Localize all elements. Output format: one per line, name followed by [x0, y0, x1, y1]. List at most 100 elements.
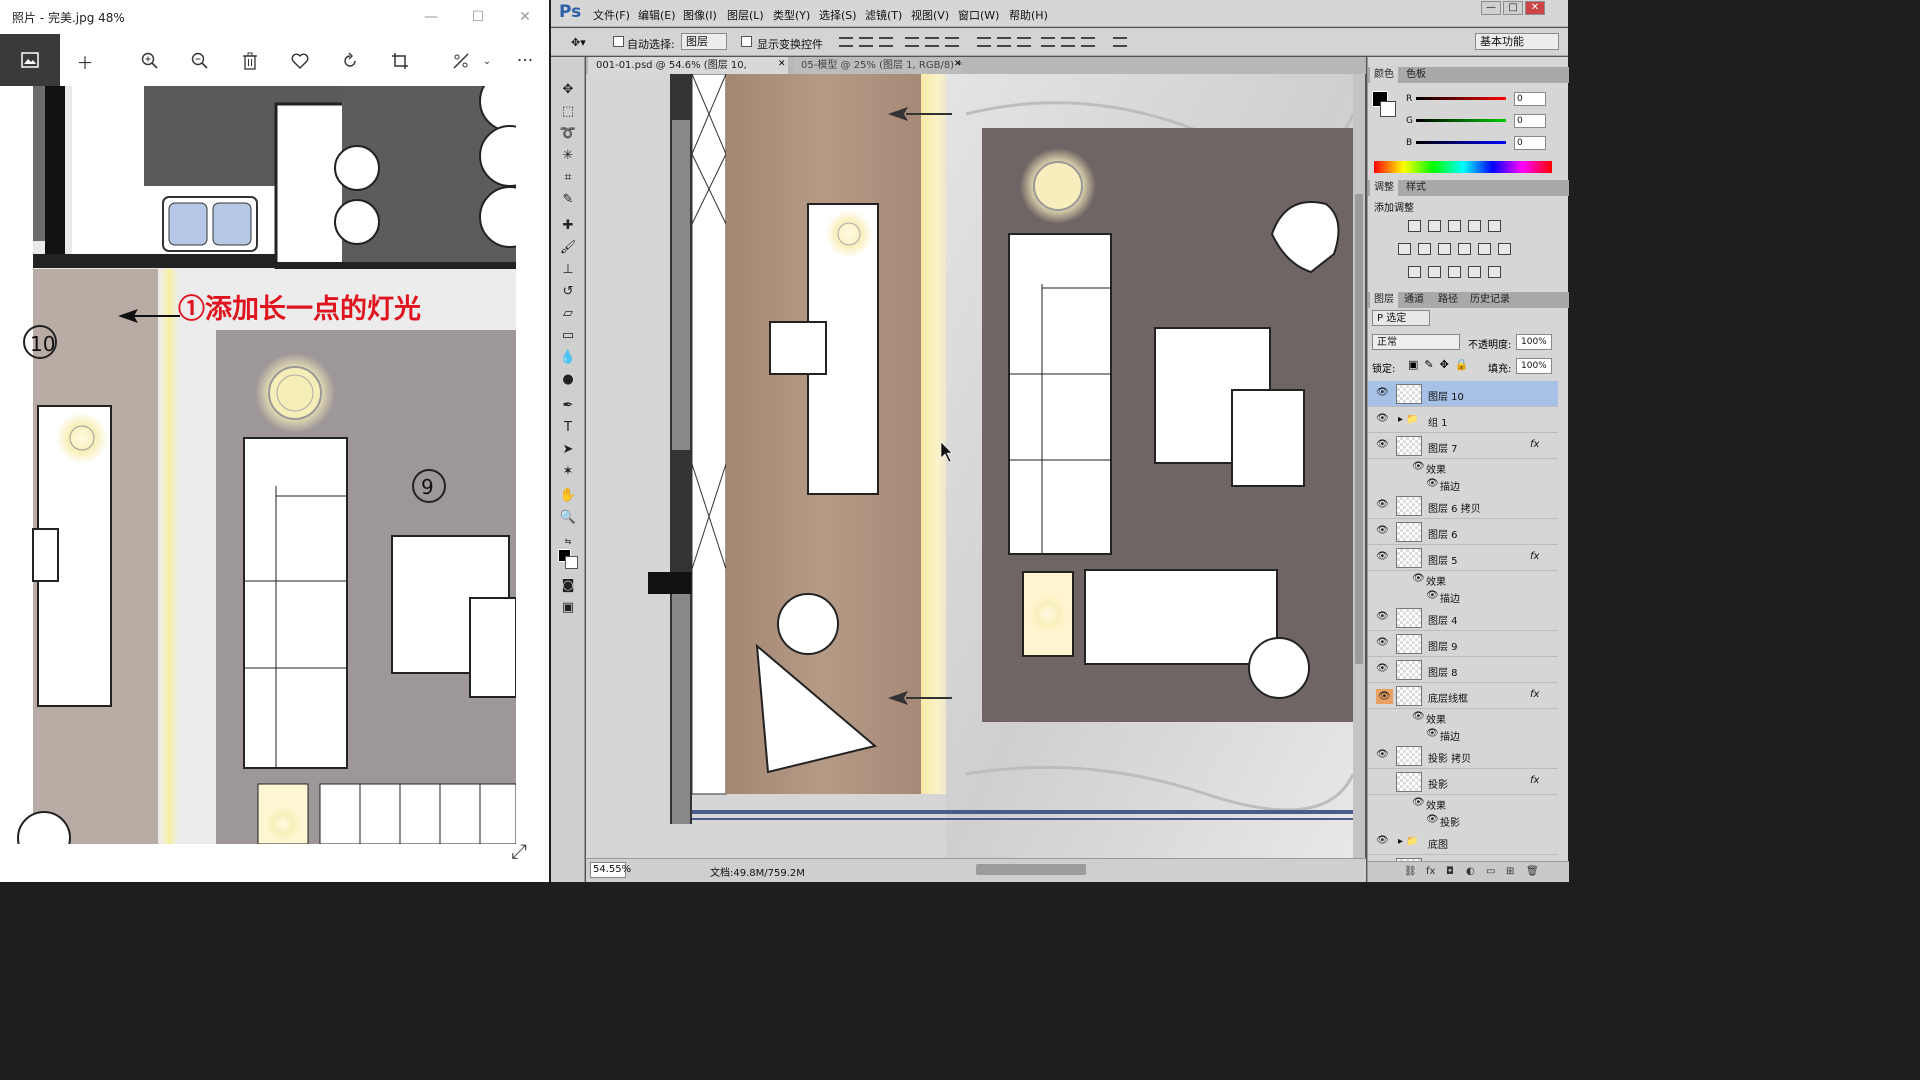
fill-input[interactable]: 100%: [1516, 358, 1552, 374]
layer-row[interactable]: 👁 图层 7 fx: [1368, 433, 1558, 459]
layer-row[interactable]: 👁 图层 9: [1368, 631, 1558, 657]
layer-row[interactable]: 👁 图层 6 拷贝: [1368, 493, 1558, 519]
tab-channels[interactable]: 通道: [1400, 292, 1428, 308]
r-slider[interactable]: [1416, 97, 1506, 100]
hue-saturation-icon[interactable]: [1398, 243, 1411, 255]
zoom-tool-icon[interactable]: 🔍: [559, 509, 577, 527]
channel-mixer-icon[interactable]: [1478, 243, 1491, 255]
folder-icon[interactable]: ▸ 📁: [1398, 414, 1419, 425]
distribute-vcenter-icon[interactable]: [997, 37, 1011, 47]
move-tool-icon[interactable]: ✥▾: [571, 36, 586, 49]
dodge-icon[interactable]: ●: [559, 371, 577, 389]
tab-swatches[interactable]: 色板: [1402, 67, 1430, 83]
posterize-icon[interactable]: [1428, 266, 1441, 278]
color-balance-icon[interactable]: [1418, 243, 1431, 255]
distribute-left-icon[interactable]: [1041, 37, 1055, 47]
photo-image[interactable]: ①添加长一点的灯光 10 9: [0, 86, 549, 844]
path-select-icon[interactable]: ➤: [559, 441, 577, 459]
rotate-button[interactable]: [337, 48, 363, 74]
menu-view[interactable]: 视图(V): [911, 7, 949, 23]
menu-help[interactable]: 帮助(H): [1009, 7, 1048, 23]
folder-icon[interactable]: ▸ 📁: [1398, 836, 1419, 847]
expand-icon[interactable]: ⤢: [511, 839, 527, 863]
mask-icon[interactable]: ◘: [1446, 866, 1454, 877]
tab-close-icon[interactable]: ✕: [954, 59, 962, 69]
link-icon[interactable]: ⛓: [1404, 866, 1417, 877]
color-lookup-icon[interactable]: [1498, 243, 1511, 255]
levels-icon[interactable]: [1428, 220, 1441, 232]
image-view-button[interactable]: [0, 34, 60, 86]
distribute-right-icon[interactable]: [1081, 37, 1095, 47]
threshold-icon[interactable]: [1448, 266, 1461, 278]
zoom-level-field[interactable]: 54.55%: [590, 862, 631, 878]
visibility-eye-icon[interactable]: 👁: [1426, 814, 1439, 825]
tab-document-2[interactable]: 05-模型 @ 25% (图层 1, RGB/8) *: [793, 57, 963, 74]
g-slider[interactable]: [1416, 119, 1506, 122]
stamp-icon[interactable]: ⊥: [559, 261, 577, 279]
layer-effect-row[interactable]: 👁 投影: [1368, 812, 1558, 829]
lock-icons[interactable]: ▣✎✥🔒: [1408, 358, 1475, 371]
visibility-eye-icon[interactable]: 👁: [1376, 749, 1389, 760]
layer-row[interactable]: 👁 图层 6: [1368, 519, 1558, 545]
exposure-icon[interactable]: [1468, 220, 1481, 232]
g-input[interactable]: 0: [1514, 114, 1546, 128]
align-hcenter-icon[interactable]: [925, 37, 939, 47]
tab-styles[interactable]: 样式: [1402, 180, 1430, 196]
visibility-eye-icon[interactable]: 👁: [1376, 611, 1389, 622]
magic-wand-icon[interactable]: ✳: [559, 147, 577, 165]
layer-fx-badge[interactable]: fx: [1530, 551, 1539, 562]
tab-adjustments[interactable]: 调整: [1370, 180, 1398, 196]
visibility-eye-icon[interactable]: 👁: [1412, 797, 1425, 808]
black-white-icon[interactable]: [1438, 243, 1451, 255]
distribute-top-icon[interactable]: [977, 37, 991, 47]
menu-select[interactable]: 选择(S): [819, 7, 857, 23]
visibility-eye-icon[interactable]: 👁: [1376, 637, 1389, 648]
visibility-eye-icon[interactable]: 👁: [1376, 551, 1389, 562]
blend-mode-dropdown[interactable]: 正常: [1372, 334, 1460, 350]
canvas-vertical-scrollbar[interactable]: [1353, 74, 1365, 858]
distribute-bottom-icon[interactable]: [1017, 37, 1031, 47]
layer-effect-row[interactable]: 👁 效果: [1368, 459, 1558, 476]
layer-effect-row[interactable]: 👁 描边: [1368, 726, 1558, 743]
layer-row[interactable]: 👁 投影 拷贝: [1368, 743, 1558, 769]
adjustment-layer-icon[interactable]: ◐: [1466, 866, 1475, 877]
tab-color[interactable]: 颜色: [1370, 67, 1398, 83]
add-button[interactable]: ＋: [72, 48, 98, 74]
zoom-out-button[interactable]: [187, 48, 213, 74]
gradient-map-icon[interactable]: [1488, 266, 1501, 278]
close-icon[interactable]: ✕: [510, 7, 540, 27]
scrollbar-thumb[interactable]: [1355, 194, 1363, 664]
maximize-icon[interactable]: ☐: [463, 7, 493, 27]
edit-dropdown[interactable]: ⌄: [474, 48, 500, 74]
shape-icon[interactable]: ✶: [559, 463, 577, 481]
menu-image[interactable]: 图像(I): [683, 7, 717, 23]
workspace-dropdown[interactable]: 基本功能: [1475, 33, 1559, 50]
layer-fx-badge[interactable]: fx: [1530, 689, 1539, 700]
background-color-swatch[interactable]: [565, 556, 578, 569]
type-icon[interactable]: T: [559, 419, 577, 437]
visibility-eye-icon[interactable]: 👁: [1376, 525, 1389, 536]
align-top-icon[interactable]: [839, 37, 853, 47]
delete-button[interactable]: [237, 48, 263, 74]
layer-effect-row[interactable]: 👁 描边: [1368, 588, 1558, 605]
eyedropper-icon[interactable]: ✎: [559, 191, 577, 209]
layer-fx-badge[interactable]: fx: [1530, 775, 1539, 786]
visibility-eye-icon[interactable]: 👁: [1376, 439, 1389, 450]
fx-icon[interactable]: fx: [1426, 866, 1435, 877]
visibility-eye-icon[interactable]: 👁: [1426, 728, 1439, 739]
selective-color-icon[interactable]: [1468, 266, 1481, 278]
visibility-eye-icon[interactable]: 👁: [1412, 461, 1425, 472]
visibility-eye-icon[interactable]: 👁: [1376, 835, 1389, 846]
ps-maximize-icon[interactable]: □: [1503, 1, 1523, 15]
healing-icon[interactable]: ✚: [559, 217, 577, 235]
color-background-swatch[interactable]: [1380, 101, 1396, 117]
ps-canvas[interactable]: [586, 74, 1353, 858]
visibility-eye-icon[interactable]: 👁: [1376, 663, 1389, 674]
color-spectrum[interactable]: [1374, 161, 1552, 173]
align-bottom-icon[interactable]: [879, 37, 893, 47]
show-transform-checkbox[interactable]: [741, 36, 752, 47]
more-button[interactable]: ···: [512, 48, 538, 74]
menu-type[interactable]: 类型(Y): [773, 7, 810, 23]
layer-row[interactable]: 投影 fx: [1368, 769, 1558, 795]
menu-edit[interactable]: 编辑(E): [638, 7, 676, 23]
